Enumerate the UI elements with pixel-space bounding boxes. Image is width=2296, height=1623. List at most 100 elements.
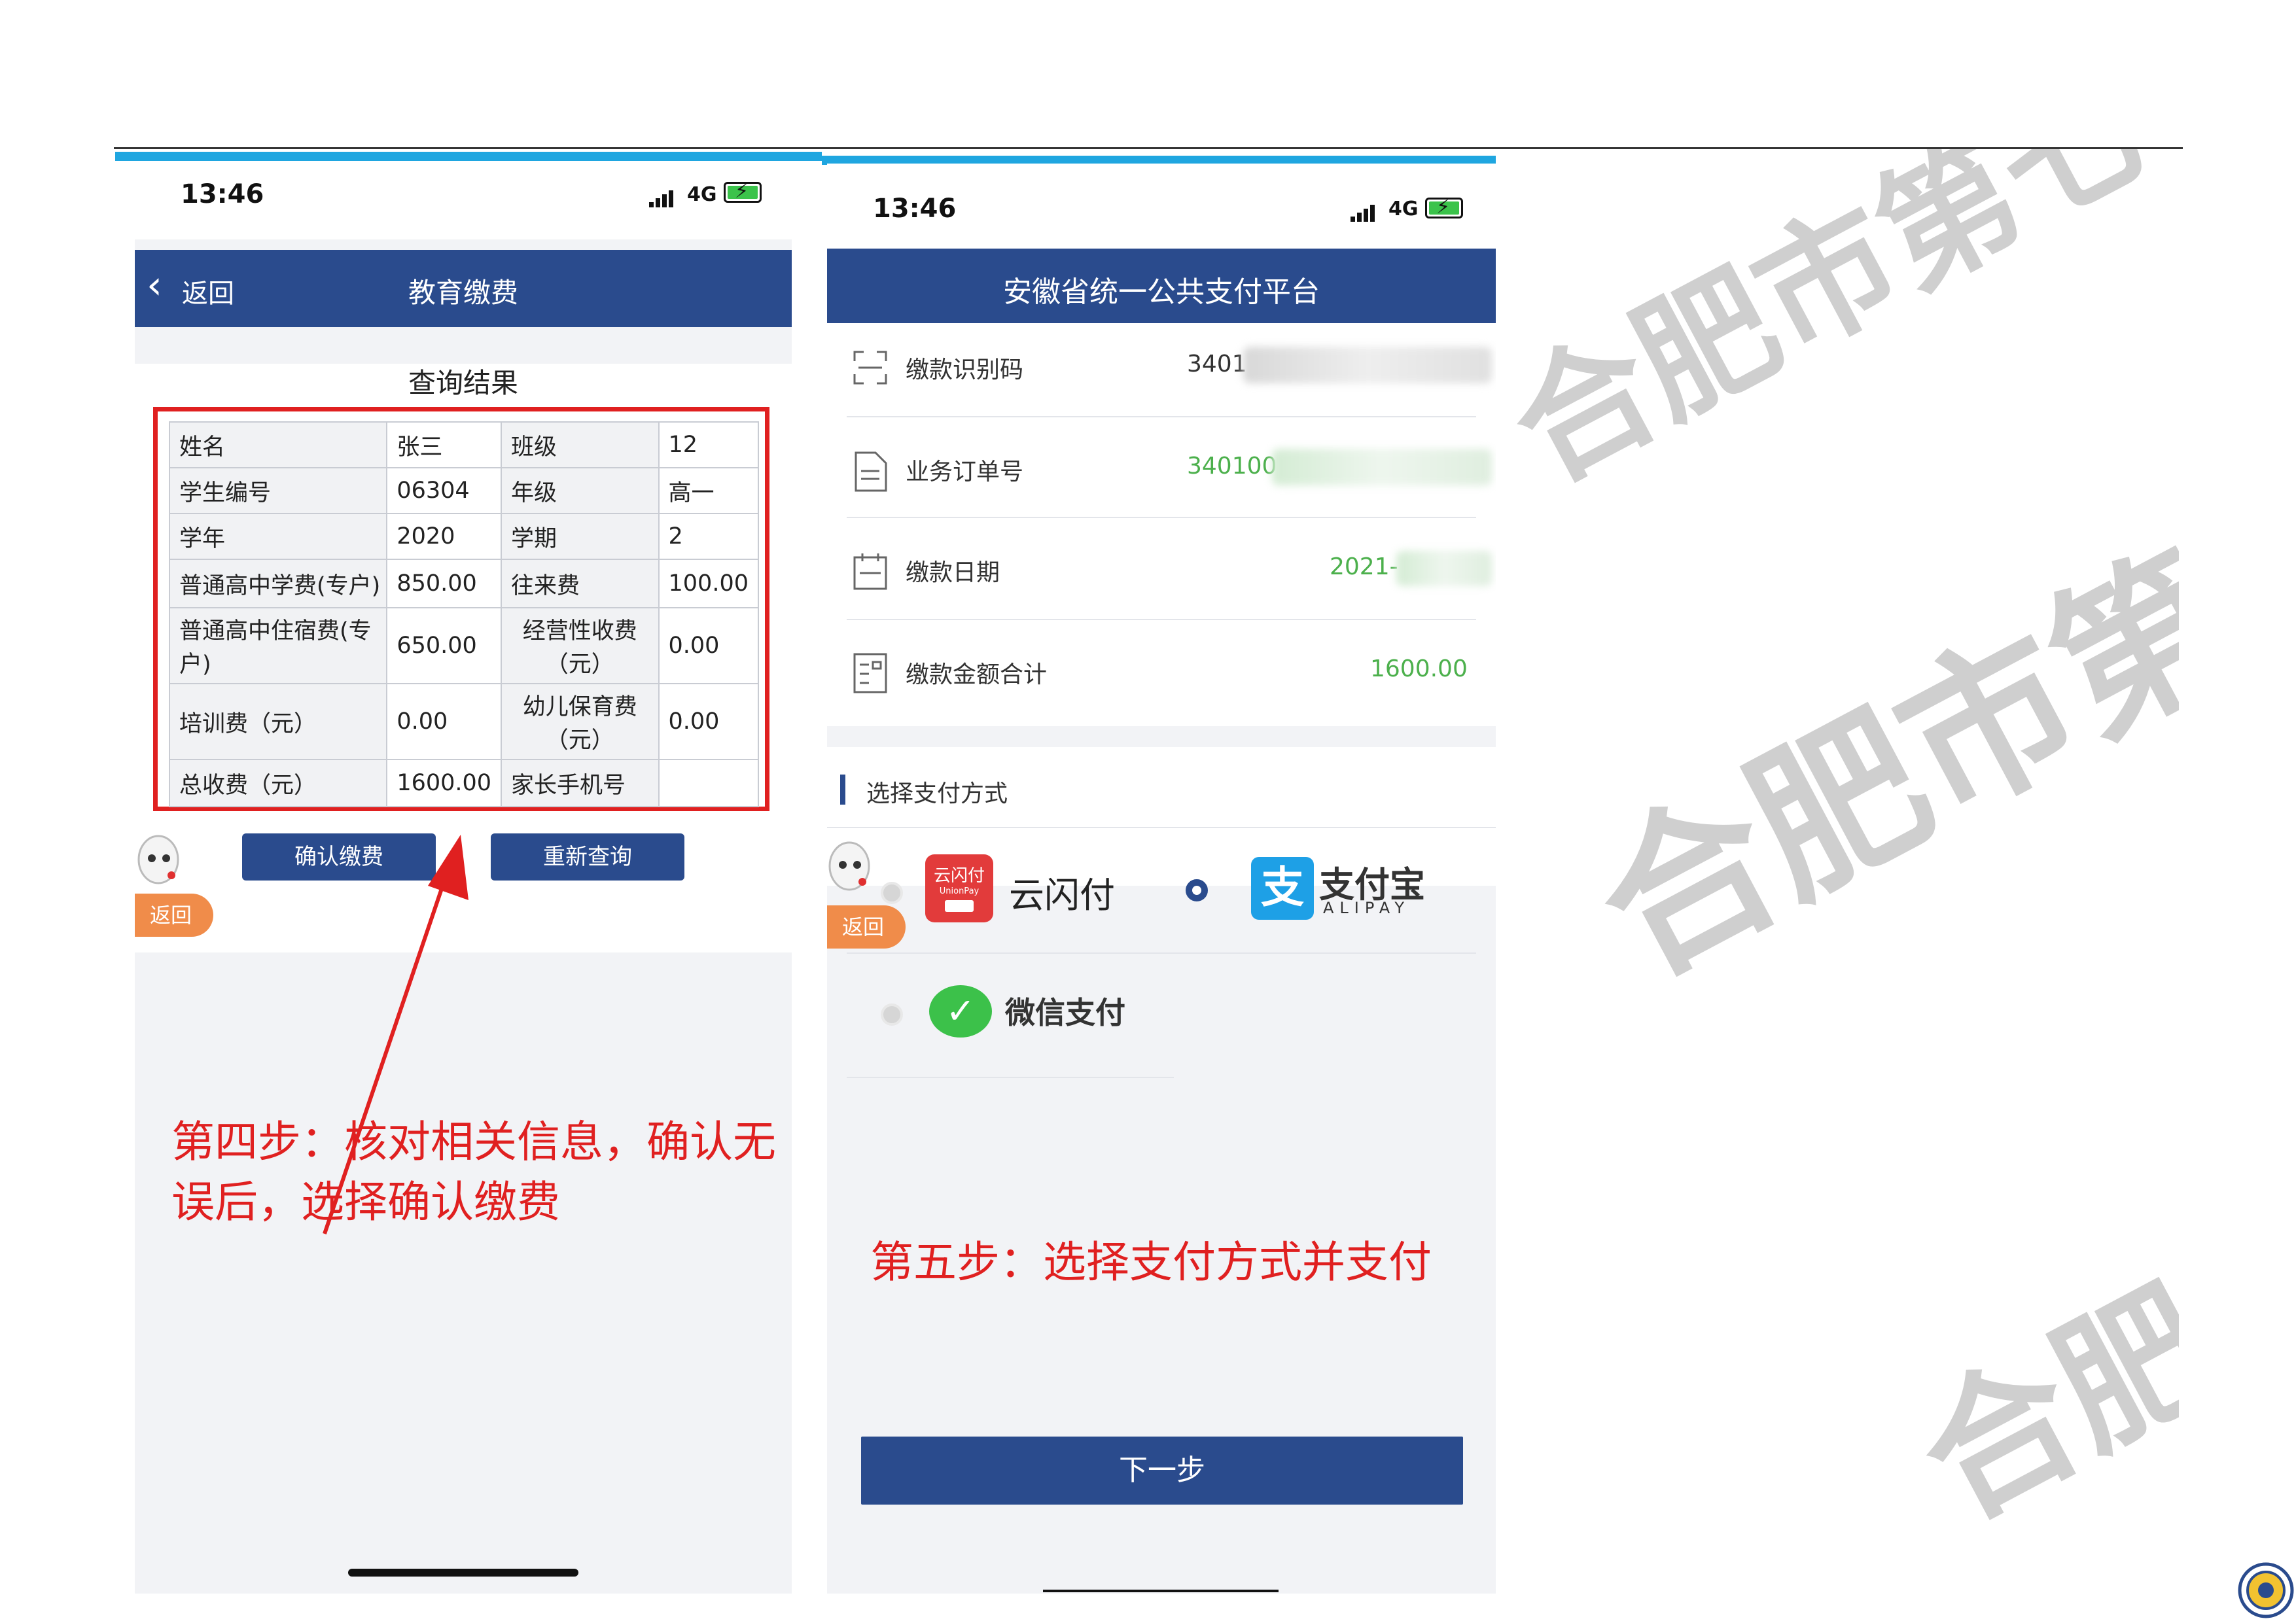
step-five-note: 第五步：选择支付方式并支付 [870, 1237, 1432, 1287]
table-cell-label: 学年 [168, 513, 388, 560]
network-label: 4G [1388, 198, 1419, 220]
next-step-button[interactable]: 下一步 [861, 1437, 1463, 1505]
section-marker [840, 775, 845, 805]
status-time: 13:46 [873, 194, 957, 224]
nav-bar: 安徽省统一公共支付平台 [827, 249, 1496, 323]
table-cell-label: 幼儿保育费（元） [501, 683, 660, 760]
unionpay-logo-text: 云闪付 [933, 866, 985, 886]
row-divider [847, 1077, 1174, 1078]
table-cell-value: 0.00 [386, 683, 503, 760]
top-margin [1498, 0, 2296, 147]
status-bar: 13:46 4G ⚡ [827, 164, 1496, 249]
table-cell-value: 06304 [386, 467, 503, 514]
requery-button[interactable]: 重新查询 [491, 833, 684, 881]
right-phone-screen: 13:46 4G ⚡ 安徽省统一公共支付平台 缴款识别码 3401 业务订单号 … [827, 164, 1496, 1594]
row-value: 2021- [1330, 553, 1398, 580]
home-indicator [1043, 1590, 1279, 1592]
signal-icon [1351, 199, 1377, 222]
left-panel-top-bar [115, 152, 822, 161]
mascot-icon [135, 831, 185, 892]
table-cell-value: 12 [658, 421, 760, 468]
left-phone-screen: 13:46 4G ⚡ ‹ 返回 教育缴费 查询结果 姓名 张三 班级 12 学生… [135, 161, 792, 1594]
table-cell-label: 总收费（元） [168, 759, 388, 807]
row-divider [827, 827, 1496, 828]
wechat-pay-icon: ✓ [929, 985, 992, 1038]
table-cell-value: 2 [658, 513, 760, 560]
table-cell-label: 班级 [501, 421, 660, 468]
signal-icon [649, 184, 675, 207]
alipay-sub: ALIPAY [1323, 899, 1411, 917]
scan-code-icon [853, 351, 887, 385]
pay-section-title: 选择支付方式 [866, 780, 1008, 807]
table-row: 培训费（元） 0.00 幼儿保育费（元） 0.00 [168, 683, 760, 760]
table-cell-label: 学期 [501, 513, 660, 560]
row-label: 缴款金额合计 [906, 661, 1048, 688]
table-row: 姓名 张三 班级 12 [168, 421, 760, 468]
row-label: 缴款识别码 [906, 357, 1024, 383]
table-cell-label: 姓名 [168, 421, 388, 468]
redacted-value [1272, 449, 1492, 485]
network-label: 4G [687, 183, 717, 206]
status-time: 13:46 [181, 179, 264, 209]
table-cell-label: 往来费 [501, 559, 660, 608]
total-amount-value: 1600.00 [1370, 655, 1468, 682]
row-label: 业务订单号 [906, 459, 1024, 485]
section-title: 查询结果 [408, 367, 518, 399]
table-cell-value: 0.00 [658, 683, 760, 760]
info-table: 姓名 张三 班级 12 学生编号 06304 年级 高一 学年 2020 学期 … [168, 421, 760, 807]
radio-wechat[interactable] [881, 1003, 903, 1026]
unionpay-logo-sub: UnionPay [939, 886, 980, 896]
table-cell-value: 850.00 [386, 559, 503, 608]
battery-icon: ⚡ [1425, 196, 1463, 218]
table-row: 普通高中学费(专户) 850.00 往来费 100.00 [168, 559, 760, 608]
nav-title: 教育缴费 [408, 277, 518, 309]
float-back-button[interactable]: 返回 [827, 905, 906, 949]
step-four-note: 第四步：核对相关信息，确认无误后，选择确认缴费 [171, 1117, 776, 1227]
table-cell-value: 张三 [386, 421, 503, 468]
school-seal-icon [2238, 1562, 2294, 1618]
redacted-value [1396, 551, 1492, 586]
table-cell-label: 培训费（元） [168, 683, 388, 760]
table-row: 学生编号 06304 年级 高一 [168, 467, 760, 514]
row-divider [847, 416, 1476, 417]
table-cell-value: 2020 [386, 513, 503, 560]
table-cell-value: 0.00 [658, 607, 760, 684]
right-margin [2179, 0, 2296, 1505]
table-cell-label: 年级 [501, 467, 660, 514]
table-cell-value: 高一 [658, 467, 760, 514]
status-bar: 13:46 4G ⚡ [135, 161, 792, 239]
row-label: 缴款日期 [906, 559, 1000, 586]
nav-bar: ‹ 返回 教育缴费 [135, 250, 792, 327]
redacted-value [1243, 347, 1492, 383]
row-divider [847, 619, 1476, 620]
page-top-rule-right [1498, 147, 2183, 149]
unionpay-label[interactable]: 云闪付 [1009, 866, 1115, 918]
table-cell-value: 650.00 [386, 607, 503, 684]
nav-title: 安徽省统一公共支付平台 [1003, 275, 1320, 309]
table-cell-value: 1600.00 [386, 759, 503, 807]
table-cell-label: 普通高中住宿费(专户) [168, 607, 388, 684]
row-divider [847, 952, 1476, 954]
table-cell-value: 100.00 [658, 559, 760, 608]
table-cell-value [658, 759, 760, 807]
row-divider [847, 517, 1476, 518]
table-row: 学年 2020 学期 2 [168, 513, 760, 560]
section-gap [827, 726, 1496, 747]
table-cell-label: 经营性收费（元） [501, 607, 660, 684]
table-cell-label: 普通高中学费(专户) [168, 559, 388, 608]
alipay-logo-icon: 支 [1251, 857, 1314, 920]
table-cell-label: 学生编号 [168, 467, 388, 514]
wechat-pay-label[interactable]: 微信支付 [1005, 989, 1125, 1032]
table-row: 总收费（元） 1600.00 家长手机号 [168, 759, 760, 807]
table-cell-label: 家长手机号 [501, 759, 660, 807]
mascot-icon [827, 837, 875, 899]
bill-icon [853, 653, 887, 693]
home-indicator [348, 1569, 578, 1577]
row-value: 340100 [1187, 453, 1277, 480]
radio-unionpay[interactable] [881, 882, 903, 904]
float-back-button[interactable]: 返回 [135, 894, 213, 937]
unionpay-logo-icon: 云闪付 UnionPay [925, 854, 993, 922]
table-row: 普通高中住宿费(专户) 650.00 经营性收费（元） 0.00 [168, 607, 760, 684]
document-icon [855, 451, 887, 492]
radio-alipay[interactable] [1186, 879, 1208, 901]
